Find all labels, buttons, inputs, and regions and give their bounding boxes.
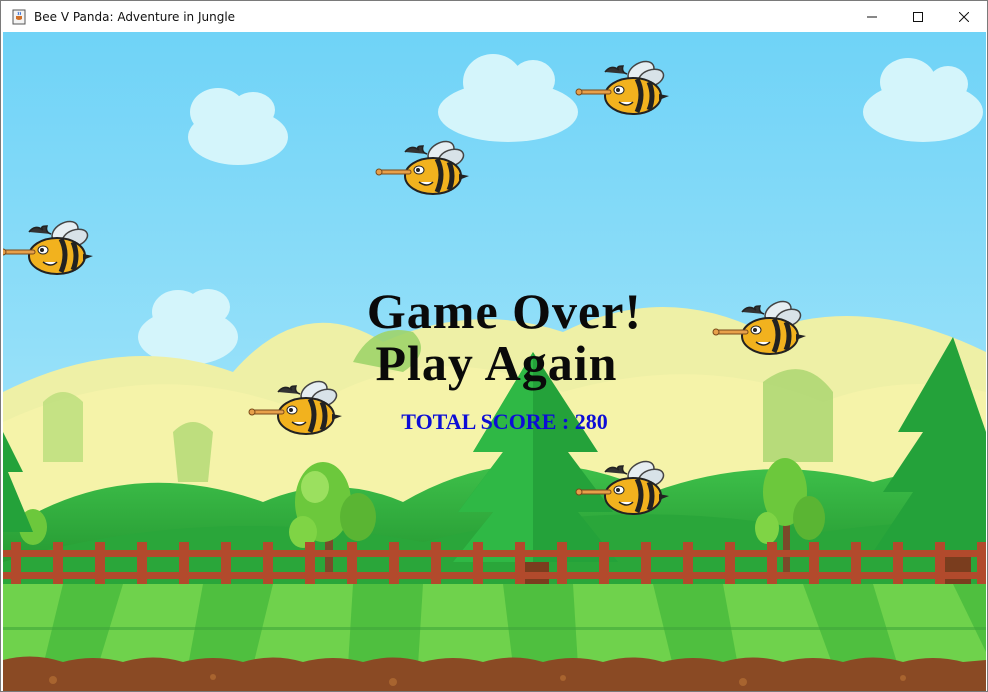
window-title: Bee V Panda: Adventure in Jungle: [34, 9, 236, 24]
score-label: TOTAL SCORE :: [401, 409, 575, 434]
bee-enemy: [375, 140, 469, 195]
title-bar[interactable]: Bee V Panda: Adventure in Jungle: [1, 1, 987, 32]
maximize-icon: [913, 11, 923, 22]
game-over-title: Game Over!: [366, 283, 643, 339]
play-again-button[interactable]: Play Again: [5, 335, 986, 391]
close-button[interactable]: [941, 1, 987, 32]
total-score: TOTAL SCORE : 280: [13, 408, 986, 436]
minimize-icon: [867, 16, 877, 17]
app-window: Bee V Panda: Adventure in Jungle Game Ov…: [0, 0, 988, 692]
game-canvas[interactable]: Game Over! Play Again TOTAL SCORE : 280: [3, 32, 986, 691]
close-icon: [959, 11, 969, 22]
minimize-button[interactable]: [849, 1, 895, 32]
bee-enemy: [575, 60, 669, 115]
bee-enemy: [3, 220, 93, 275]
bee-enemy: [575, 460, 669, 515]
maximize-button[interactable]: [895, 1, 941, 32]
java-coffee-icon: [11, 9, 27, 25]
score-value: 280: [574, 409, 608, 434]
